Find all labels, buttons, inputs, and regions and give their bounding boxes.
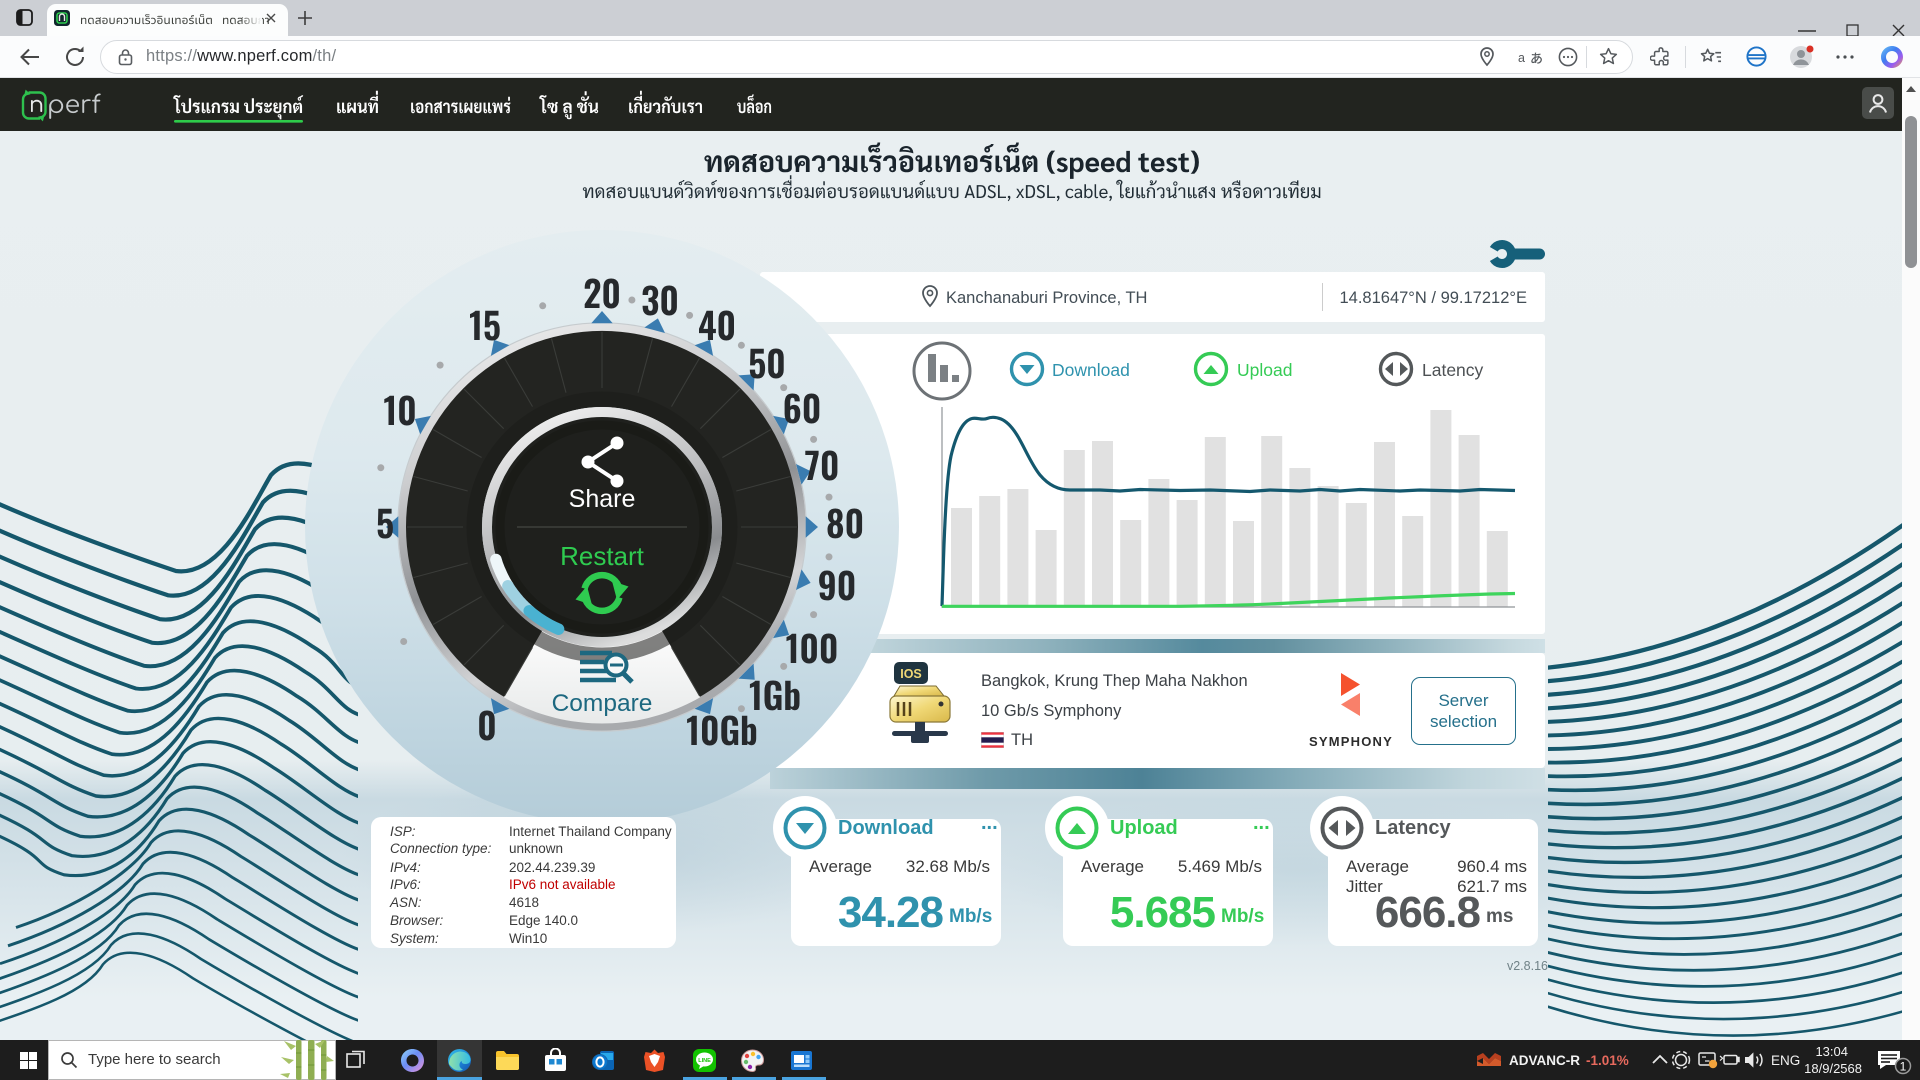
- svg-text:LINE: LINE: [698, 1058, 711, 1064]
- svg-text:202.44.239.39: 202.44.239.39: [509, 860, 595, 875]
- svg-text:ASN:: ASN:: [389, 895, 422, 910]
- svg-text:System:: System:: [390, 931, 439, 946]
- svg-text:Edge 140.0: Edge 140.0: [509, 913, 578, 928]
- svg-text:Share: Share: [569, 485, 636, 513]
- svg-text:Compare: Compare: [552, 690, 653, 717]
- svg-text:IPv4:: IPv4:: [390, 860, 421, 875]
- svg-text:Internet Thailand Company: Internet Thailand Company: [509, 824, 672, 839]
- svg-text:unknown: unknown: [509, 841, 563, 856]
- svg-text:ISP:: ISP:: [390, 824, 416, 839]
- svg-text:SYMPHONY: SYMPHONY: [1309, 734, 1393, 749]
- svg-text:IOS: IOS: [900, 667, 922, 681]
- svg-text:Restart: Restart: [560, 541, 645, 571]
- svg-text:a: a: [1518, 51, 1525, 65]
- svg-text:1: 1: [1900, 1060, 1907, 1074]
- svg-text:Connection type:: Connection type:: [390, 841, 492, 856]
- svg-text:IPv6 not available: IPv6 not available: [509, 877, 616, 892]
- svg-text:Win10: Win10: [509, 931, 547, 946]
- svg-text:Latency: Latency: [1422, 360, 1484, 380]
- svg-text:4618: 4618: [509, 895, 539, 910]
- svg-text:Download: Download: [1052, 360, 1130, 380]
- svg-text:IPv6:: IPv6:: [390, 877, 421, 892]
- svg-text:Browser:: Browser:: [390, 913, 444, 928]
- svg-text:Upload: Upload: [1237, 360, 1292, 380]
